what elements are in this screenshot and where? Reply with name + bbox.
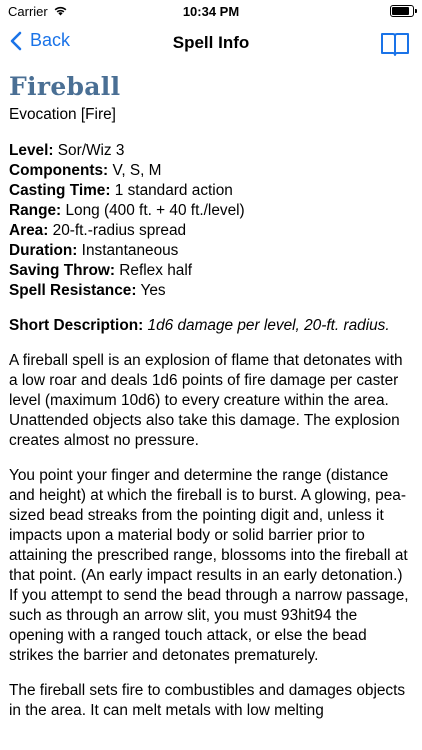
stat-range: Range: Long (400 ft. + 40 ft./level) [9, 201, 415, 221]
spell-stats: Level: Sor/Wiz 3 Components: V, S, M Cas… [9, 141, 415, 301]
description-paragraph: The fireball sets fire to combustibles a… [9, 682, 406, 719]
stat-label: Spell Resistance: [9, 282, 137, 299]
description-paragraph: A fireball spell is an explosion of flam… [9, 352, 403, 449]
stat-area: Area: 20-ft.-radius spread [9, 221, 415, 241]
stat-spell-resistance: Spell Resistance: Yes [9, 281, 415, 301]
stat-label: Duration: [9, 242, 78, 259]
stat-value: Yes [136, 282, 166, 299]
stat-value: 1 standard action [110, 182, 233, 199]
stat-value: V, S, M [108, 162, 162, 179]
battery-icon [390, 5, 417, 17]
stat-value: Long (400 ft. + 40 ft./level) [61, 202, 245, 219]
stat-value: Instantaneous [77, 242, 179, 259]
battery-fill [392, 7, 410, 15]
stat-value: Reflex half [115, 262, 193, 279]
stat-value: 20-ft.-radius spread [48, 222, 187, 239]
navigation-bar: Back Spell Info [0, 24, 422, 64]
short-description: Short Description: 1d6 damage per level,… [9, 316, 415, 336]
spell-detail: Fireball Evocation [Fire] Level: Sor/Wiz… [9, 70, 415, 736]
description-paragraph: You point your finger and determine the … [9, 467, 409, 664]
short-description-label: Short Description: [9, 317, 144, 334]
stat-value: Sor/Wiz 3 [53, 142, 125, 159]
stat-label: Range: [9, 202, 62, 219]
stat-casting-time: Casting Time: 1 standard action [9, 181, 415, 201]
stat-label: Components: [9, 162, 109, 179]
book-icon [381, 33, 409, 56]
spell-name: Fireball [9, 72, 121, 101]
short-description-text: 1d6 damage per level, 20-ft. radius. [143, 317, 390, 334]
stat-label: Casting Time: [9, 182, 111, 199]
stat-label: Area: [9, 222, 49, 239]
stat-components: Components: V, S, M [9, 161, 415, 181]
spell-school: Evocation [Fire] [9, 106, 116, 123]
stat-saving-throw: Saving Throw: Reflex half [9, 261, 415, 281]
book-button[interactable] [380, 28, 410, 63]
status-bar: Carrier 10:34 PM [0, 0, 422, 24]
stat-label: Level: [9, 142, 54, 159]
stat-label: Saving Throw: [9, 262, 116, 279]
page-title: Spell Info [172, 33, 250, 52]
stat-duration: Duration: Instantaneous [9, 241, 415, 261]
status-time: 10:34 PM [182, 4, 240, 19]
stat-level: Level: Sor/Wiz 3 [9, 141, 415, 161]
